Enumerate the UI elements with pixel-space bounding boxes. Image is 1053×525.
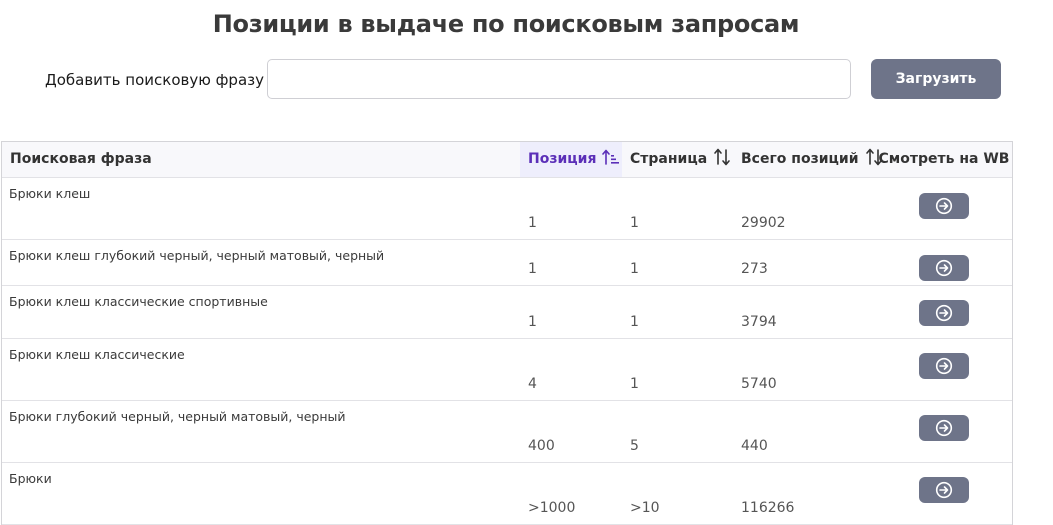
total-value: 29902 <box>741 214 786 231</box>
table-row: Брюки клеш 1 1 29902 <box>2 177 1012 239</box>
column-header-view-wb: Смотреть на WB <box>876 142 1012 178</box>
sort-ascending-icon[interactable] <box>602 149 620 169</box>
page-cell: 5 <box>622 400 733 462</box>
view-on-wb-button[interactable] <box>919 192 969 219</box>
phrase-cell: Брюки клеш глубокий черный, черный матов… <box>9 247 385 263</box>
page-value: >10 <box>630 499 660 516</box>
view-on-wb-button[interactable] <box>919 299 969 326</box>
search-label: Добавить поисковую фразу <box>45 71 264 89</box>
column-header-page-label: Страница <box>630 151 708 168</box>
phrase-cell: Брюки <box>9 470 52 486</box>
total-cell: 273 <box>733 239 876 285</box>
position-value: >1000 <box>528 499 576 516</box>
arrow-right-circle-icon <box>935 419 953 436</box>
table-row: Брюки глубокий черный, черный матовый, ч… <box>2 400 1012 462</box>
column-header-phrase: Поисковая фраза <box>2 142 520 178</box>
page-value: 1 <box>630 313 639 330</box>
arrow-right-circle-icon <box>935 259 953 276</box>
page-cell: 1 <box>622 239 733 285</box>
page-value: 5 <box>630 437 639 454</box>
page-cell: >10 <box>622 462 733 524</box>
page-value: 1 <box>630 214 639 231</box>
position-value: 4 <box>528 375 537 392</box>
page-value: 1 <box>630 260 639 277</box>
page-title: Позиции в выдаче по поисковым запросам <box>212 10 800 38</box>
sort-arrows-icon[interactable] <box>713 148 731 170</box>
column-header-position-label: Позиция <box>528 151 597 168</box>
position-value: 1 <box>528 214 537 231</box>
arrow-right-circle-icon <box>935 197 953 214</box>
action-cell <box>876 462 1012 524</box>
positions-table: Поисковая фраза Позиция Страница Всего п… <box>1 141 1013 525</box>
column-header-total[interactable]: Всего позиций <box>733 142 882 178</box>
view-on-wb-button[interactable] <box>919 476 969 503</box>
position-cell: 1 <box>520 239 622 285</box>
action-cell <box>876 177 1012 239</box>
total-cell: 116266 <box>733 462 876 524</box>
action-cell <box>876 239 1012 285</box>
page-cell: 1 <box>622 285 733 338</box>
total-value: 440 <box>741 437 768 454</box>
table-row: Брюки клеш классические спортивные 1 1 3… <box>2 285 1012 338</box>
search-row: Добавить поисковую фразу Загрузить <box>0 59 1053 99</box>
page-cell: 1 <box>622 338 733 400</box>
column-header-phrase-label: Поисковая фраза <box>10 151 152 168</box>
total-cell: 29902 <box>733 177 876 239</box>
action-cell <box>876 338 1012 400</box>
total-value: 273 <box>741 260 768 277</box>
position-value: 1 <box>528 313 537 330</box>
view-on-wb-button[interactable] <box>919 414 969 441</box>
view-on-wb-button[interactable] <box>919 254 969 281</box>
position-cell: 1 <box>520 177 622 239</box>
search-phrase-input[interactable] <box>267 59 851 99</box>
column-header-position[interactable]: Позиция <box>520 142 622 178</box>
arrow-right-circle-icon <box>935 304 953 321</box>
arrow-right-circle-icon <box>935 481 953 498</box>
action-cell <box>876 285 1012 338</box>
page-cell: 1 <box>622 177 733 239</box>
position-value: 400 <box>528 437 555 454</box>
total-value: 3794 <box>741 313 777 330</box>
position-cell: >1000 <box>520 462 622 524</box>
total-cell: 440 <box>733 400 876 462</box>
position-cell: 400 <box>520 400 622 462</box>
total-cell: 5740 <box>733 338 876 400</box>
total-value: 5740 <box>741 375 777 392</box>
position-cell: 4 <box>520 338 622 400</box>
phrase-cell: Брюки клеш классические <box>9 346 185 362</box>
arrow-right-circle-icon <box>935 357 953 374</box>
position-value: 1 <box>528 260 537 277</box>
table-header-row: Поисковая фраза Позиция Страница Всего п… <box>2 142 1012 178</box>
column-header-view-wb-label: Смотреть на WB <box>878 151 1010 168</box>
table-row: Брюки клеш глубокий черный, черный матов… <box>2 239 1012 285</box>
page-value: 1 <box>630 375 639 392</box>
load-button[interactable]: Загрузить <box>871 59 1001 99</box>
position-cell: 1 <box>520 285 622 338</box>
column-header-total-label: Всего позиций <box>741 151 859 168</box>
phrase-cell: Брюки глубокий черный, черный матовый, ч… <box>9 408 346 424</box>
total-value: 116266 <box>741 499 795 516</box>
phrase-cell: Брюки клеш классические спортивные <box>9 293 268 309</box>
total-cell: 3794 <box>733 285 876 338</box>
action-cell <box>876 400 1012 462</box>
table-row: Брюки >1000 >10 116266 <box>2 462 1012 524</box>
table-row: Брюки клеш классические 4 1 5740 <box>2 338 1012 400</box>
phrase-cell: Брюки клеш <box>9 185 91 201</box>
column-header-page[interactable]: Страница <box>622 142 733 178</box>
view-on-wb-button[interactable] <box>919 352 969 379</box>
